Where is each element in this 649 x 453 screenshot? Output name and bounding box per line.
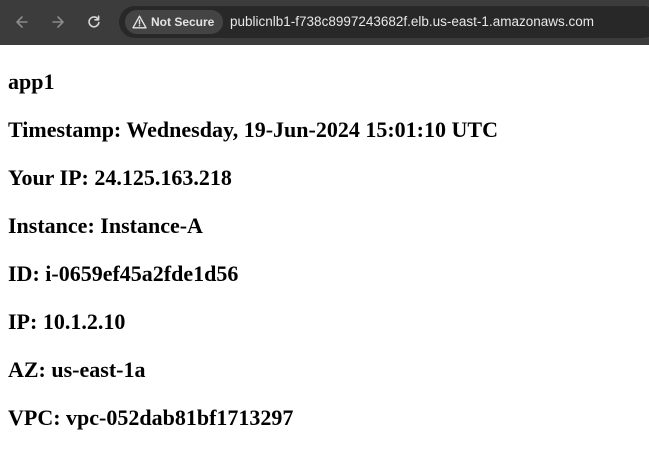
reload-icon: [86, 14, 102, 30]
page-title: app1: [8, 69, 55, 94]
vpc-line: VPC: vpc-052dab81bf1713297: [8, 405, 294, 430]
url-text[interactable]: publicnlb1-f738c8997243682f.elb.us-east-…: [230, 14, 594, 29]
warning-triangle-icon: [131, 14, 147, 30]
availability-zone-line: AZ: us-east-1a: [8, 357, 146, 382]
address-bar[interactable]: Not Secure publicnlb1-f738c8997243682f.e…: [119, 6, 649, 38]
security-indicator[interactable]: Not Secure: [125, 10, 224, 34]
security-label: Not Secure: [151, 15, 215, 29]
timestamp-line: Timestamp: Wednesday, 19-Jun-2024 15:01:…: [8, 117, 498, 142]
instance-id-line: ID: i-0659ef45a2fde1d56: [8, 261, 239, 286]
reload-button[interactable]: [83, 11, 105, 33]
arrow-left-icon: [14, 14, 30, 30]
instance-name-line: Instance: Instance-A: [8, 213, 203, 238]
arrow-right-icon: [50, 14, 66, 30]
browser-toolbar: Not Secure publicnlb1-f738c8997243682f.e…: [0, 0, 649, 45]
forward-button[interactable]: [47, 11, 69, 33]
client-ip-line: Your IP: 24.125.163.218: [8, 165, 232, 190]
private-ip-line: IP: 10.1.2.10: [8, 309, 126, 334]
back-button[interactable]: [11, 11, 33, 33]
